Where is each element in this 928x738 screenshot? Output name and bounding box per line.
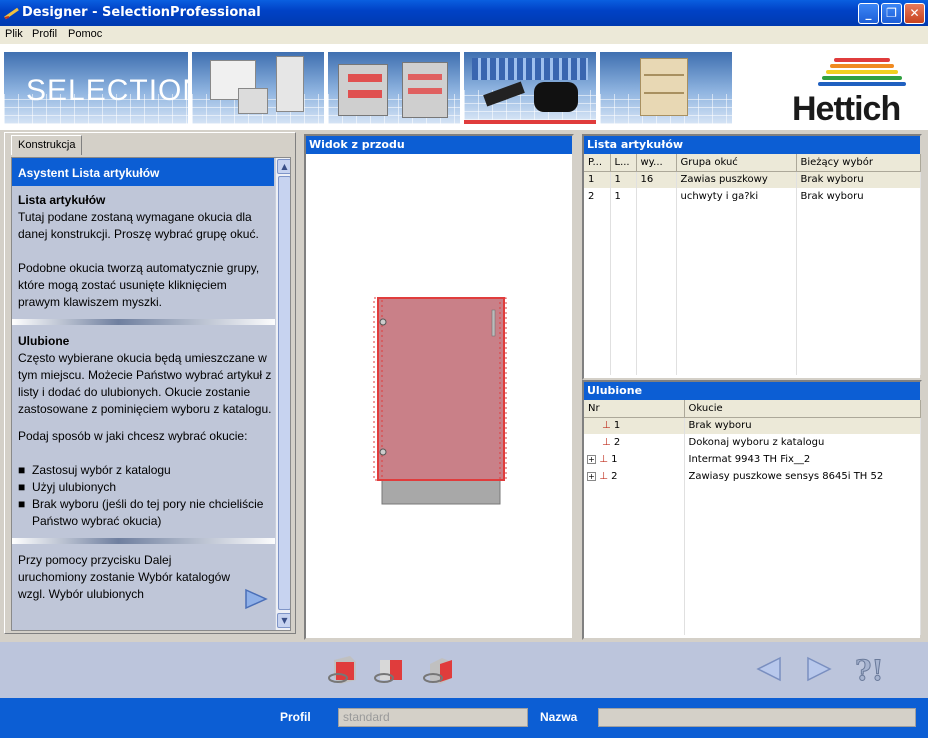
section-title-articles: Lista artykułów <box>18 193 106 207</box>
selection-logo-text: SELECTION <box>26 74 188 107</box>
minimize-button[interactable]: _ <box>858 3 879 24</box>
favorites-title: Ulubione <box>584 382 920 400</box>
hettich-logo-text: Hettich <box>792 90 901 128</box>
column-header[interactable]: L... <box>610 154 637 172</box>
app-icon <box>4 7 19 20</box>
profil-label: Profil <box>280 710 311 724</box>
list-item: ■ Zastosuj wybór z katalogu <box>18 463 171 477</box>
articles-text-2: Podobne okucia tworzą automatycznie grup… <box>18 261 260 309</box>
table-row[interactable]: + ⊥ 2 Zawiasy puszkowe sensys 8645i TH 52 <box>584 468 921 485</box>
article-table: P... L... wy... Grupa okuć Bieżący wybór… <box>584 154 921 375</box>
forward-arrow-icon[interactable] <box>806 656 832 682</box>
expand-icon[interactable]: + <box>587 455 596 464</box>
banner-tile-fittings[interactable] <box>464 52 596 124</box>
divider <box>12 319 278 325</box>
column-header[interactable]: P... <box>584 154 611 172</box>
table-row[interactable]: ⊥ 1 Brak wyboru <box>584 417 921 434</box>
profil-field[interactable]: standard <box>338 708 528 727</box>
assistant-panel: Asystent Lista artykułów Lista artykułów… <box>11 157 291 631</box>
maximize-button[interactable]: ❐ <box>881 3 902 24</box>
column-header[interactable]: Grupa okuć <box>676 154 797 172</box>
window-title: Designer - SelectionProfessional <box>22 5 261 20</box>
tree-node-icon: ⊥ <box>599 471 608 482</box>
menu-profil[interactable]: Profil <box>32 28 57 40</box>
column-header[interactable]: Okucie <box>684 400 921 418</box>
column-header[interactable]: Bieżący wybór <box>796 154 921 172</box>
svg-text:?!: ?! <box>855 654 882 686</box>
help-icon[interactable]: ?! <box>852 652 883 687</box>
banner-tile-drawers[interactable] <box>328 52 460 124</box>
title-bar: Designer - SelectionProfessional _ ❐ ✕ <box>0 0 928 26</box>
scroll-down-button[interactable]: ▼ <box>277 613 290 628</box>
scroll-up-button[interactable]: ▲ <box>277 159 290 174</box>
tree-node-icon: ⊥ <box>602 437 611 448</box>
cabinet-preview[interactable] <box>306 154 572 638</box>
favorites-table-header: Nr Okucie <box>584 400 921 418</box>
column-header[interactable]: Nr <box>584 400 685 418</box>
column-header[interactable]: wy... <box>636 154 677 172</box>
next-hint-text: Przy pomocy przycisku Dalej uruchomiony … <box>18 553 230 601</box>
nazwa-label: Nazwa <box>540 710 578 724</box>
tree-node-icon: ⊥ <box>599 454 608 465</box>
articles-text-1: Tutaj podane zostaną wymagane okucia dla… <box>18 210 259 241</box>
favorites-panel: Ulubione Nr Okucie ⊥ 1 Brak wyboru ⊥ 2 Dok… <box>582 380 922 640</box>
article-list-title: Lista artykułów <box>584 136 920 154</box>
back-arrow-icon[interactable] <box>756 656 782 682</box>
scroll-thumb[interactable] <box>278 176 290 610</box>
view-front-icon[interactable] <box>324 654 360 686</box>
hettich-logo: Hettich <box>784 48 924 128</box>
list-item: ■ Brak wyboru (jeśli do tej pory nie chci… <box>18 497 264 528</box>
section-title-favorites: Ulubione <box>18 334 70 348</box>
view-3d-icon[interactable] <box>420 654 456 686</box>
tab-konstrukcja[interactable]: Konstrukcja <box>11 135 83 155</box>
banner-tile-cabinets[interactable] <box>192 52 324 124</box>
table-row[interactable]: 2 1 uchwyty i ga?ki Brak wyboru <box>584 188 921 205</box>
nazwa-field[interactable] <box>598 708 916 727</box>
close-button[interactable]: ✕ <box>904 3 925 24</box>
assistant-body: Lista artykułów Tutaj podane zostaną wym… <box>12 192 278 603</box>
table-row[interactable]: + ⊥ 1 Intermat 9943 TH Fix__2 <box>584 451 921 468</box>
assistant-scrollbar[interactable]: ▲ ▼ <box>275 158 290 630</box>
favorites-table: Nr Okucie ⊥ 1 Brak wyboru ⊥ 2 Dokonaj wybo… <box>584 400 921 635</box>
tree-node-icon: ⊥ <box>602 420 611 432</box>
front-view-panel: Widok z przodu <box>304 134 574 640</box>
assistant-header: Asystent Lista artykułów <box>12 158 274 186</box>
status-bar: Profil standard Nazwa <box>0 698 928 738</box>
selection-banner-tile: SELECTION <box>4 52 188 124</box>
view-side-icon[interactable] <box>372 654 408 686</box>
divider <box>12 538 278 544</box>
list-item: ■ Użyj ulubionych <box>18 480 117 494</box>
next-arrow-icon[interactable] <box>244 588 268 610</box>
table-row[interactable]: 1 1 16 Zawias puszkowy Brak wyboru <box>584 171 921 188</box>
menu-pomoc[interactable]: Pomoc <box>68 28 102 40</box>
expand-icon[interactable]: + <box>587 472 596 481</box>
banner: SELECTION Hettich <box>0 44 928 130</box>
menu-bar: Plik Profil Pomoc <box>0 26 928 44</box>
article-list-panel: Lista artykułów P... L... wy... Grupa ok… <box>582 134 922 380</box>
empty-area <box>584 205 921 375</box>
left-panel: Konstrukcja Asystent Lista artykułów Lis… <box>4 132 296 634</box>
front-view-title: Widok z przodu <box>306 136 572 154</box>
menu-plik[interactable]: Plik <box>5 28 23 40</box>
empty-area <box>584 485 921 635</box>
bottom-toolbar: ?! <box>0 642 928 698</box>
banner-tile-shelves[interactable] <box>600 52 732 124</box>
options-list: ■ Zastosuj wybór z katalogu ■ Użyj ulubion… <box>18 462 272 530</box>
favorites-text-1: Często wybierane okucia będą umieszczane… <box>18 351 272 416</box>
table-row[interactable]: ⊥ 2 Dokonaj wyboru z katalogu <box>584 434 921 451</box>
article-table-header: P... L... wy... Grupa okuć Bieżący wybór <box>584 154 921 172</box>
favorites-text-2: Podaj sposób w jaki chcesz wybrać okucie… <box>18 429 248 443</box>
